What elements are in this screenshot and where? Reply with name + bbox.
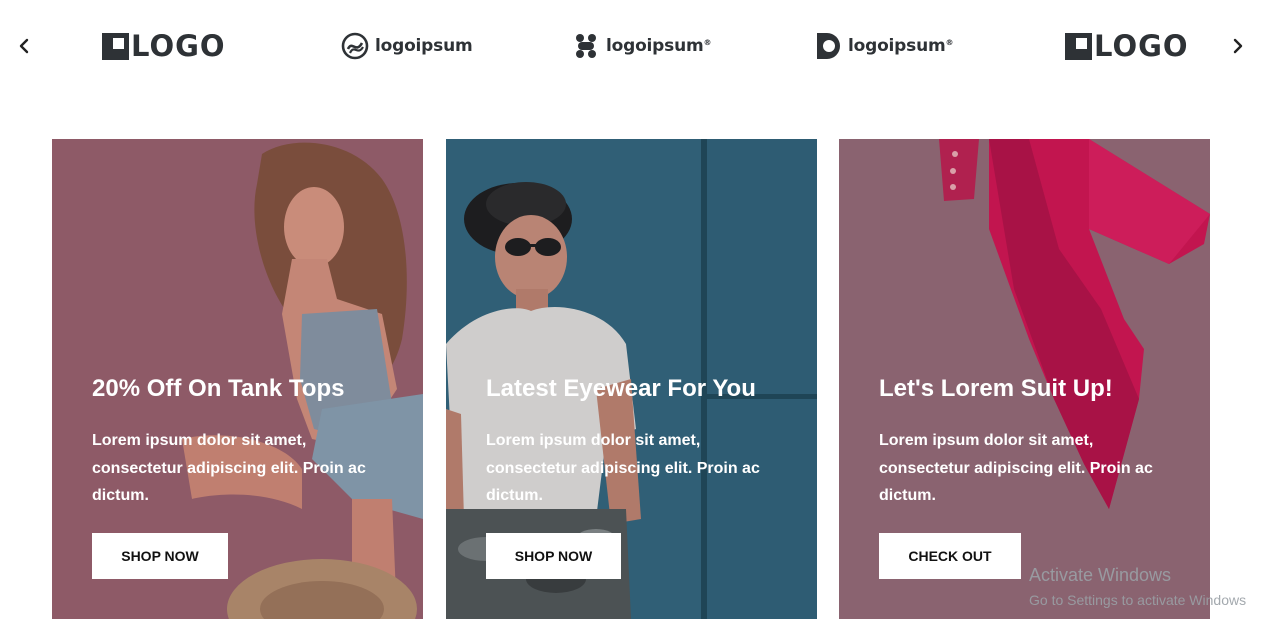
card-description: Lorem ipsum dolor sit amet, consectetur … [486, 432, 760, 504]
shop-now-button[interactable]: SHOP NOW [486, 533, 621, 579]
chevron-left-icon [19, 38, 29, 54]
registered-mark: ® [703, 38, 712, 47]
card-title: 20% Off On Tank Tops [92, 375, 345, 402]
logo-half-icon [817, 33, 840, 59]
shop-now-button[interactable]: SHOP NOW [92, 533, 228, 579]
partner-logo-2[interactable]: logoipsum [341, 28, 473, 64]
watermark-title: Activate Windows [1029, 565, 1172, 585]
logo-wordmark: LOGO [1094, 29, 1189, 63]
activate-windows-watermark: Activate Windows Go to Settings to activ… [1029, 565, 1246, 608]
logo-wordmark: logoipsum® [606, 36, 712, 56]
logo-block-icon [1065, 32, 1092, 60]
card-title: Let's Lorem Suit Up! [879, 375, 1113, 402]
partner-logo-1[interactable]: LOGO [102, 28, 226, 64]
carousel-next-button[interactable] [1228, 34, 1248, 58]
card-description: Lorem ipsum dolor sit amet, consectetur … [92, 432, 366, 504]
watermark-subtitle: Go to Settings to activate Windows [1029, 592, 1247, 608]
logo-block-icon [102, 32, 129, 60]
registered-mark: ® [945, 38, 954, 47]
card-description: Lorem ipsum dolor sit amet, consectetur … [879, 432, 1153, 504]
partner-logo-4[interactable]: logoipsum® [816, 28, 954, 64]
carousel-prev-button[interactable] [14, 34, 34, 58]
promo-card-eyewear: Latest Eyewear For You Lorem ipsum dolor… [446, 139, 817, 619]
logo-wordmark: LOGO [131, 29, 226, 63]
logo-wordmark: logoipsum [375, 36, 473, 56]
chevron-right-icon [1233, 38, 1243, 54]
logo-wordmark: logoipsum® [848, 36, 954, 56]
partner-logo-5[interactable]: LOGO [1065, 28, 1189, 64]
logo-dots-icon [576, 34, 596, 58]
card-title: Latest Eyewear For You [486, 375, 756, 402]
promo-card-suit-up: Let's Lorem Suit Up! Lorem ipsum dolor s… [839, 139, 1210, 619]
logo-carousel: LOGO logoipsum logoipsum® logoipsum® LOG… [0, 0, 1261, 95]
logo-circle-icon [341, 32, 369, 60]
partner-logo-3[interactable]: logoipsum® [572, 28, 712, 64]
check-out-button[interactable]: CHECK OUT [879, 533, 1021, 579]
promo-card-tank-tops: 20% Off On Tank Tops Lorem ipsum dolor s… [52, 139, 423, 619]
